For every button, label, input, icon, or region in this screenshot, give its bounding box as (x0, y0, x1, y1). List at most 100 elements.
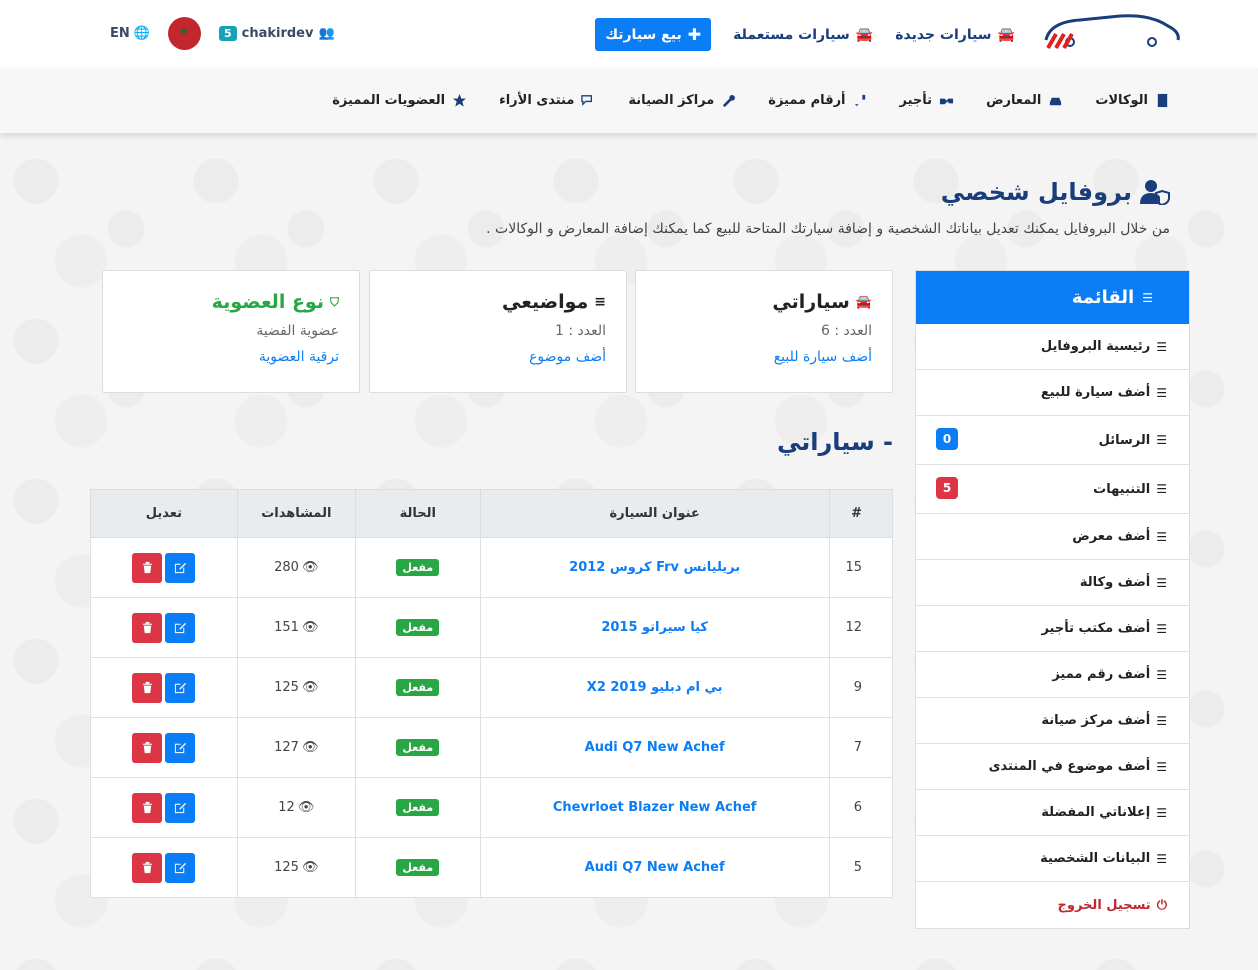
power-icon: ⏻ (1156, 897, 1167, 913)
building-icon (1157, 93, 1168, 108)
row-num: 9 (828, 657, 894, 718)
notifications-count-badge: 5 (936, 477, 958, 499)
handshake-icon (940, 98, 954, 105)
logout-button[interactable]: ⏻ تسجيل الخروج (916, 882, 1189, 928)
layers-icon: ☰ (1156, 529, 1167, 544)
nav-showrooms[interactable]: المعارض (986, 93, 1063, 108)
edit-button[interactable] (165, 672, 196, 703)
my-cars-card: 🚘 سياراتي العدد : 6 أضف سيارة للبيع (635, 270, 893, 393)
edit-button[interactable] (165, 732, 196, 763)
car-title-link[interactable]: بريليانس Frv كروس 2012 (479, 537, 830, 598)
page-title: بروفايل شخصي (941, 178, 1170, 206)
delete-button[interactable] (132, 852, 163, 883)
sidebar-item-profile-home[interactable]: ☰ رئيسية البروفايل (916, 324, 1189, 370)
nav-new-cars[interactable]: 🚘 سيارات جديدة (895, 27, 1015, 43)
nav-special-numbers[interactable]: أرقام مميزة (768, 93, 867, 108)
row-num: 6 (828, 777, 894, 838)
car-icon (1050, 97, 1062, 106)
nav-rental[interactable]: تأجير (900, 93, 955, 108)
delete-button[interactable] (132, 732, 163, 763)
car-icon: 🚘 (855, 294, 872, 310)
sidebar-item-favorites[interactable]: ☰ إعلاناتي المفضلة (916, 790, 1189, 836)
sidebar-item-add-rental[interactable]: ☰ أضف مكتب تأجير (916, 606, 1189, 652)
edit-button[interactable] (165, 852, 196, 883)
sidebar-item-personal-data[interactable]: ☰ البيانات الشخصية (916, 836, 1189, 882)
country-flag-icon[interactable] (167, 17, 201, 50)
nav-forum[interactable]: منتدى الأراء (499, 93, 596, 108)
sidebar-item-add-forum-topic[interactable]: ☰ أضف موضوع في المنتدى (916, 744, 1189, 790)
sidebar-item-add-showroom[interactable]: ☰ أضف معرض (916, 514, 1189, 560)
membership-card: ⛉ نوع العضوية عضوية الفضية ترقية العضوية (102, 270, 360, 393)
delete-button[interactable] (132, 612, 163, 643)
table-row: 12 كيا سيراتو 2015 مفعل 151 👁 (90, 597, 894, 658)
row-num: 7 (828, 717, 894, 778)
nav-agencies[interactable]: الوكالات (1095, 93, 1170, 108)
car-title-link[interactable]: Audi Q7 New Achef (479, 837, 830, 898)
upgrade-membership-link[interactable]: ترقية العضوية (123, 349, 339, 365)
sidebar-item-notifications[interactable]: ☰ التنبيهات 5 (916, 465, 1189, 514)
views-count: 125 👁 (274, 860, 319, 875)
sidebar-item-add-car[interactable]: ☰ أضف سيارة للبيع (916, 370, 1189, 416)
eye-icon: 👁 (301, 620, 319, 635)
edit-button[interactable] (165, 552, 196, 583)
page-description: من خلال البروفايل يمكنك تعديل بياناتك ال… (486, 221, 1170, 237)
car-icon: 🚘 (855, 26, 874, 43)
edit-icon (174, 682, 186, 694)
delete-button[interactable] (132, 552, 163, 583)
messages-count-badge: 0 (936, 428, 958, 450)
layers-icon: ☰ (1156, 575, 1167, 590)
table-row: 5 Audi Q7 New Achef مفعل 125 👁 (90, 837, 894, 898)
table-row: 15 بريليانس Frv كروس 2012 مفعل 280 👁 (90, 537, 894, 598)
trash-icon (142, 621, 153, 634)
car-title-link[interactable]: بي ام دبليو X2 2019 (479, 657, 830, 718)
edit-button[interactable] (165, 612, 196, 643)
car-title-link[interactable]: Chevrloet Blazer New Achef (479, 777, 830, 838)
table-row: 6 Chevrloet Blazer New Achef مفعل 12 👁 (90, 777, 894, 838)
user-shield-icon (1140, 180, 1170, 205)
comments-icon (581, 95, 593, 106)
views-count: 127 👁 (274, 740, 319, 755)
edit-icon (174, 802, 186, 814)
sidebar-item-messages[interactable]: ☰ الرسائل 0 (916, 416, 1189, 465)
nav-used-cars[interactable]: 🚘 سيارات مستعملة (733, 27, 873, 43)
table-row: 7 Audi Q7 New Achef مفعل 127 👁 (90, 717, 894, 778)
edit-icon (174, 622, 186, 634)
status-badge: مفعل (396, 559, 440, 576)
nav-premium-memberships[interactable]: العضويات المميزة (332, 93, 467, 108)
user-shield-icon: 👥 (318, 26, 335, 41)
globe-icon: 🌐 (133, 26, 150, 41)
views-count: 12 👁 (278, 800, 315, 815)
layers-icon: ☰ (1156, 621, 1167, 636)
user-menu[interactable]: 5 chakirdev 👥 (218, 26, 335, 41)
sort-numbers-icon (854, 94, 865, 107)
trash-icon (142, 861, 153, 874)
add-car-link[interactable]: أضف سيارة للبيع (656, 349, 872, 365)
edit-icon (174, 562, 186, 574)
car-title-link[interactable]: كيا سيراتو 2015 (479, 597, 830, 658)
main-content: بروفايل شخصي من خلال البروفايل يمكنك تعد… (0, 133, 1258, 970)
col-title: عنوان السيارة (479, 489, 830, 538)
top-nav: 🚘 سيارات جديدة 🚘 سيارات مستعملة ✚ بيع سي… (595, 18, 1015, 51)
wrench-icon (723, 94, 736, 108)
delete-button[interactable] (132, 792, 163, 823)
site-logo[interactable] (1040, 10, 1182, 56)
edit-icon (174, 742, 186, 754)
car-title-link[interactable]: Audi Q7 New Achef (479, 717, 830, 778)
language-switch[interactable]: EN 🌐 (110, 26, 150, 41)
delete-button[interactable] (132, 672, 163, 703)
layers-icon: ☰ (1156, 805, 1167, 820)
edit-button[interactable] (165, 792, 196, 823)
sell-car-button[interactable]: ✚ بيع سيارتك (595, 18, 712, 51)
status-badge: مفعل (396, 859, 440, 876)
plus-icon: ✚ (687, 25, 702, 44)
sidebar-item-add-agency[interactable]: ☰ أضف وكالة (916, 560, 1189, 606)
add-topic-link[interactable]: أضف موضوع (390, 349, 606, 365)
profile-sidebar: ☰ القائمة ☰ رئيسية البروفايل ☰ أضف سيارة ل… (915, 270, 1190, 929)
nav-service-centers[interactable]: مراكز الصيانة (628, 93, 736, 108)
sidebar-item-add-service-center[interactable]: ☰ أضف مركز صيانة (916, 698, 1189, 744)
sidebar-item-add-special-number[interactable]: ☰ أضف رقم مميز (916, 652, 1189, 698)
status-badge: مفعل (396, 679, 440, 696)
trash-icon (142, 741, 153, 754)
status-badge: مفعل (396, 799, 440, 816)
views-count: 280 👁 (274, 560, 319, 575)
